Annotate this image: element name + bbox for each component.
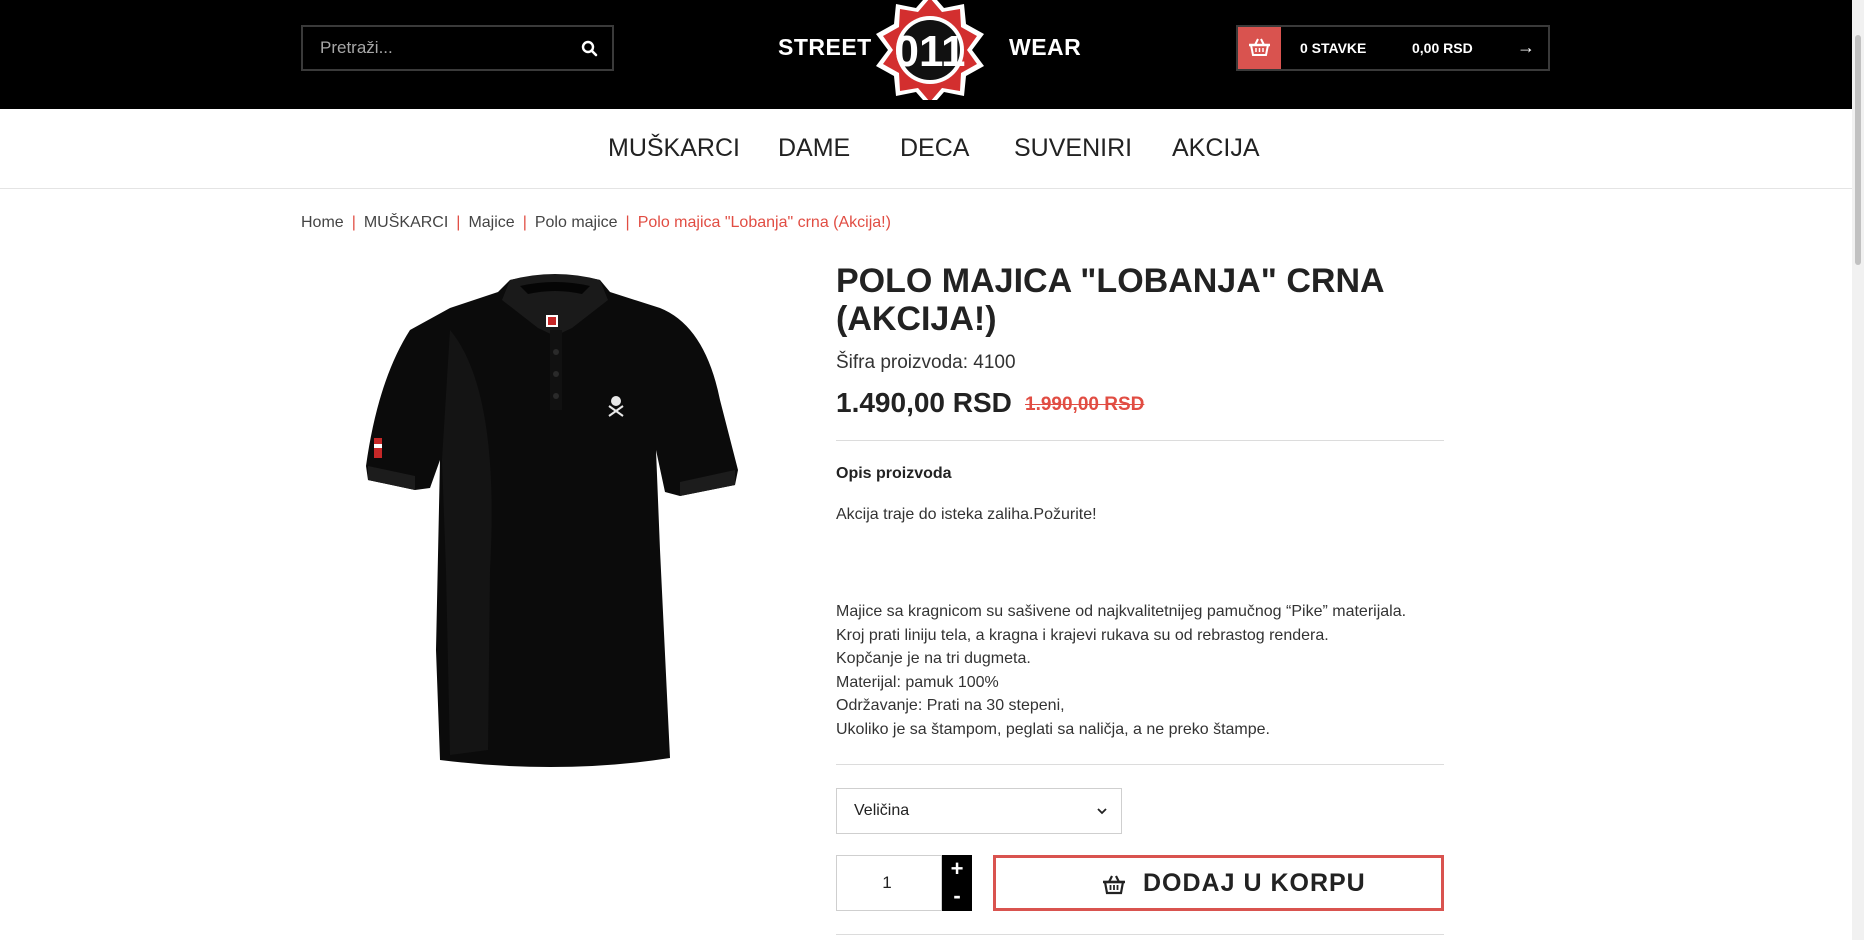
site-logo[interactable]: 011 [874,0,986,108]
size-select[interactable]: Veličina [836,788,1122,834]
description-text: Majice sa kragnicom su sašivene od najkv… [836,600,1406,742]
breadcrumb-polo-majice[interactable]: Polo majice [535,214,618,231]
quantity-input[interactable] [837,856,941,910]
nav-item-muskarci[interactable]: MUŠKARCI [608,134,740,163]
breadcrumb-current: Polo majica "Lobanja" crna (Akcija!) [637,214,891,231]
description-line: Materijal: pamuk 100% [836,673,999,691]
scrollbar-thumb[interactable] [1855,35,1861,265]
breadcrumb-majice[interactable]: Majice [468,214,514,231]
product-title: POLO MAJICA "LOBANJA" CRNA (AKCIJA!) [836,262,1384,338]
size-select-label: Veličina [854,802,910,819]
breadcrumb-separator: | [456,214,461,231]
nav-item-akcija[interactable]: AKCIJA [1172,134,1260,163]
quantity-field [836,855,942,911]
chevron-down-icon [1096,804,1108,816]
nav-item-dame[interactable]: DAME [778,134,850,163]
divider [836,934,1444,935]
nav-item-suveniri[interactable]: SUVENIRI [1014,134,1132,163]
logo-text: 011 [895,27,966,76]
description-line: Održavanje: Prati na 30 stepeni, [836,697,1065,715]
breadcrumb-home[interactable]: Home [301,214,344,231]
price-old: 1.990,00 RSD [1025,394,1145,415]
search-box [301,25,614,71]
search-icon[interactable] [578,37,602,61]
arrow-right-icon[interactable]: → [1517,37,1535,58]
quantity-increase-button[interactable]: + [942,855,972,883]
page-scrollbar[interactable] [1852,0,1864,940]
description-line: Kopčanje je na tri dugmeta. [836,650,1031,668]
breadcrumb-separator: | [625,214,630,231]
description-title: Opis proizvoda [836,465,952,482]
quantity-decrease-button[interactable]: - [942,883,972,911]
cart-items-count: 0 STAVKE [1300,40,1367,56]
brand-street-text[interactable]: STREET [778,34,872,61]
breadcrumb-separator: | [522,214,527,231]
description-line: Ukoliko je sa štampom, peglati sa naličj… [836,720,1270,738]
brand-wear-text[interactable]: WEAR [1009,34,1081,61]
price-current: 1.490,00 RSD [836,387,1012,418]
cart-summary[interactable]: 0 STAVKE 0,00 RSD → [1236,25,1550,71]
breadcrumb-separator: | [351,214,356,231]
cart-total: 0,00 RSD [1412,40,1473,56]
product-image[interactable] [360,270,750,770]
search-input[interactable] [303,27,563,69]
basket-icon[interactable] [1238,27,1281,69]
divider [836,764,1444,765]
breadcrumb-muskarci[interactable]: MUŠKARCI [364,214,448,231]
basket-icon [1101,871,1127,897]
divider [836,440,1444,441]
nav-item-deca[interactable]: DECA [900,134,969,163]
product-sku: Šifra proizvoda: 4100 [836,352,1016,373]
add-to-cart-button[interactable]: DODAJ U KORPU [993,855,1444,911]
description-promo: Akcija traje do isteka zaliha.Požurite! [836,506,1097,523]
main-nav: MUŠKARCI DAME DECA SUVENIRI AKCIJA [0,109,1852,189]
description-line: Kroj prati liniju tela, a kragna i kraje… [836,626,1329,644]
description-line: Majice sa kragnicom su sašivene od najkv… [836,603,1407,620]
breadcrumb: Home | MUŠKARCI | Majice | Polo majice | Polo ma… [301,214,891,232]
add-to-cart-label: DODAJ U KORPU [1143,869,1366,897]
top-header: STREET 011 WEAR 0 STAVKE 0,00 RSD → [0,0,1852,109]
